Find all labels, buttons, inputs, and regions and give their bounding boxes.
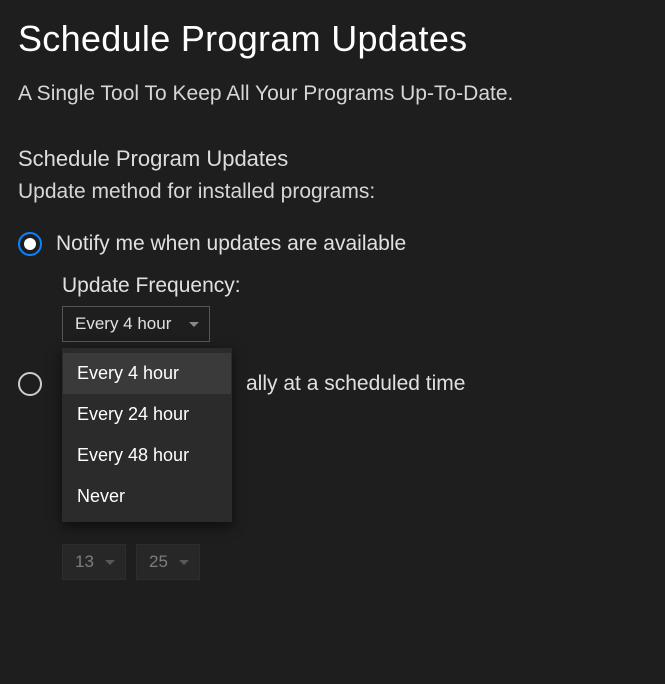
time-hour-value: 13 [75,552,94,572]
page-title: Schedule Program Updates [18,18,647,60]
time-minute-select: 25 [136,544,200,580]
time-hour-select: 13 [62,544,126,580]
frequency-option-never[interactable]: Never [63,476,231,517]
radio-label-scheduled-partial: ally at a scheduled time [246,372,465,396]
chevron-down-icon [179,560,189,565]
radio-button-selected-icon [18,232,42,256]
section-desc: Update method for installed programs: [18,180,647,204]
radio-button-unselected-icon [18,372,42,396]
frequency-option-24h[interactable]: Every 24 hour [63,394,231,435]
frequency-option-48h[interactable]: Every 48 hour [63,435,231,476]
frequency-select[interactable]: Every 4 hour [62,306,210,342]
radio-option-notify[interactable]: Notify me when updates are available [18,232,647,256]
frequency-label: Update Frequency: [62,274,647,298]
frequency-option-4h[interactable]: Every 4 hour [63,353,231,394]
frequency-dropdown: Every 4 hour Every 24 hour Every 48 hour… [62,348,232,522]
chevron-down-icon [189,322,199,327]
radio-label-notify: Notify me when updates are available [56,232,406,256]
radio-dot-icon [24,238,36,250]
chevron-down-icon [105,560,115,565]
time-selectors: 13 25 [62,544,647,580]
page-subtitle: A Single Tool To Keep All Your Programs … [18,82,647,106]
section-title: Schedule Program Updates [18,146,647,172]
time-minute-value: 25 [149,552,168,572]
frequency-select-value: Every 4 hour [75,314,171,334]
